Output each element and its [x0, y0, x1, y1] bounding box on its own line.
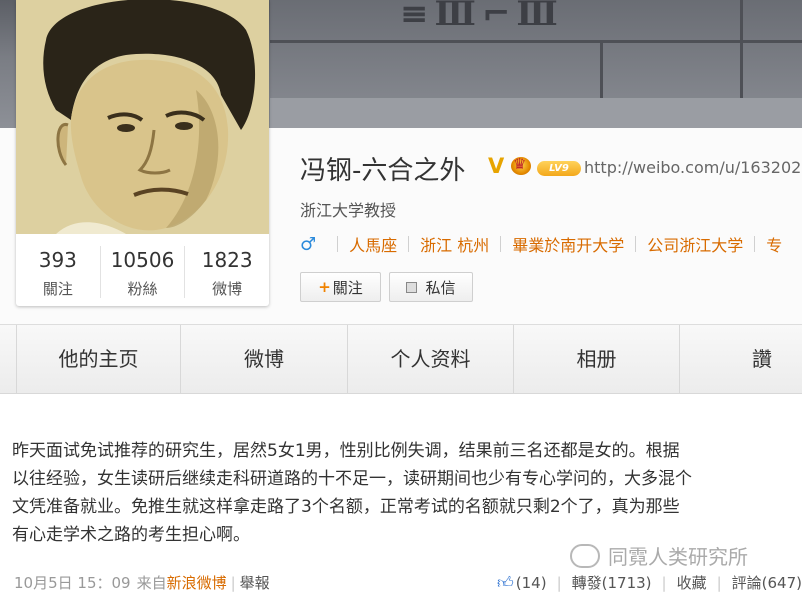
wechat-icon	[570, 543, 600, 568]
tab-weibo[interactable]: 微博	[181, 325, 348, 393]
stat-followers[interactable]: 10506 粉絲	[101, 246, 186, 298]
stat-following-label: 關注	[42, 280, 73, 298]
stat-followers-count: 10506	[110, 248, 175, 272]
info-location[interactable]: 浙江 杭州	[420, 232, 489, 256]
comment-button[interactable]: 評論(647)	[732, 572, 802, 593]
like-count: (14)	[515, 573, 547, 592]
message-button-label: 私信	[425, 278, 456, 297]
avatar[interactable]	[16, 0, 269, 234]
profile-tabs: 他的主页 微博 个人资料 相册 讚	[0, 324, 802, 394]
profile-name: 冯钢-六合之外	[300, 156, 466, 186]
avatar-portrait	[16, 0, 269, 234]
level-badge[interactable]: LV9	[537, 161, 581, 176]
tab-home[interactable]: 他的主页	[16, 325, 181, 393]
plus-icon: +	[318, 278, 331, 296]
post-line: 昨天面试免试推荐的研究生，居然5女1男，性别比例失调，结果前三名还都是女的。根据	[12, 441, 680, 461]
post-text: 昨天面试免试推荐的研究生，居然5女1男，性别比例失调，结果前三名还都是女的。根据…	[12, 437, 802, 549]
profile-card: 393 關注 10506 粉絲 1823 微博	[16, 0, 269, 306]
divider	[635, 236, 637, 252]
divider: |	[556, 573, 562, 592]
repost-button[interactable]: 轉發(1713)	[572, 572, 652, 593]
divider: |	[230, 573, 236, 592]
divider	[337, 236, 339, 252]
stat-followers-label: 粉絲	[127, 280, 158, 298]
stat-posts[interactable]: 1823 微博	[185, 246, 269, 298]
stat-posts-count: 1823	[201, 248, 253, 272]
post-time[interactable]: 10月5日 15：09	[14, 572, 131, 593]
favorite-button[interactable]: 收藏	[677, 572, 707, 593]
tab-likes[interactable]: 讚	[680, 325, 802, 393]
thumbs-up-icon: 👍︎	[497, 572, 514, 592]
verified-icon[interactable]: V	[488, 154, 504, 178]
watermark: 同霓人类研究所	[570, 541, 748, 570]
follow-button[interactable]: + 關注	[300, 272, 381, 302]
post-footer: 10月5日 15：09 来自 新浪微博 | 舉報 👍︎ (14) | 轉發(171…	[14, 570, 802, 595]
info-company[interactable]: 公司浙江大学	[647, 232, 743, 256]
post-source[interactable]: 新浪微博	[167, 572, 227, 593]
stat-following-count: 393	[38, 248, 77, 272]
report-link[interactable]: 舉報	[240, 572, 270, 593]
post-line: 以往经验，女生读研后继续走科研道路的十不足一，读研期间也少有专心学问的，大多混个	[12, 469, 692, 489]
profile-info: ♂ 人馬座 浙江 杭州 畢業於南开大学 公司浙江大学 专	[300, 232, 782, 256]
message-icon	[406, 281, 418, 293]
profile-title: 浙江大学教授	[300, 201, 397, 220]
divider	[500, 236, 502, 252]
message-button[interactable]: 私信	[389, 272, 473, 302]
male-gender-icon: ♂	[300, 233, 317, 255]
vip-crown-icon[interactable]	[511, 155, 531, 175]
like-button[interactable]: 👍︎ (14)	[497, 573, 547, 593]
source-prefix: 来自	[136, 574, 167, 592]
info-education[interactable]: 畢業於南开大学	[512, 232, 624, 256]
follow-button-label: 關注	[332, 278, 363, 297]
stats-bar: 393 關注 10506 粉絲 1823 微博	[16, 236, 269, 306]
divider: |	[716, 573, 722, 592]
post-line: 文凭准备就业。免推生就这样拿走路了3个名额，正常考试的名额就只剩2个了，真为那些	[12, 497, 680, 517]
divider	[408, 236, 410, 252]
profile-url[interactable]: http://weibo.com/u/16320256	[584, 158, 802, 177]
info-zodiac[interactable]: 人馬座	[349, 232, 397, 256]
divider: |	[661, 573, 667, 592]
post-actions: 👍︎ (14) | 轉發(1713) | 收藏 | 評論(647)	[497, 570, 802, 595]
stat-posts-label: 微博	[212, 280, 243, 298]
info-more[interactable]: 专	[766, 232, 782, 256]
divider	[754, 236, 756, 252]
tab-profile[interactable]: 个人资料	[348, 325, 514, 393]
stat-following[interactable]: 393 關注	[16, 246, 101, 298]
watermark-text: 同霓人类研究所	[608, 545, 748, 569]
cover-engraving: ≡Ⅲ⌐Ⅲ	[400, 0, 564, 34]
tab-album[interactable]: 相册	[514, 325, 680, 393]
